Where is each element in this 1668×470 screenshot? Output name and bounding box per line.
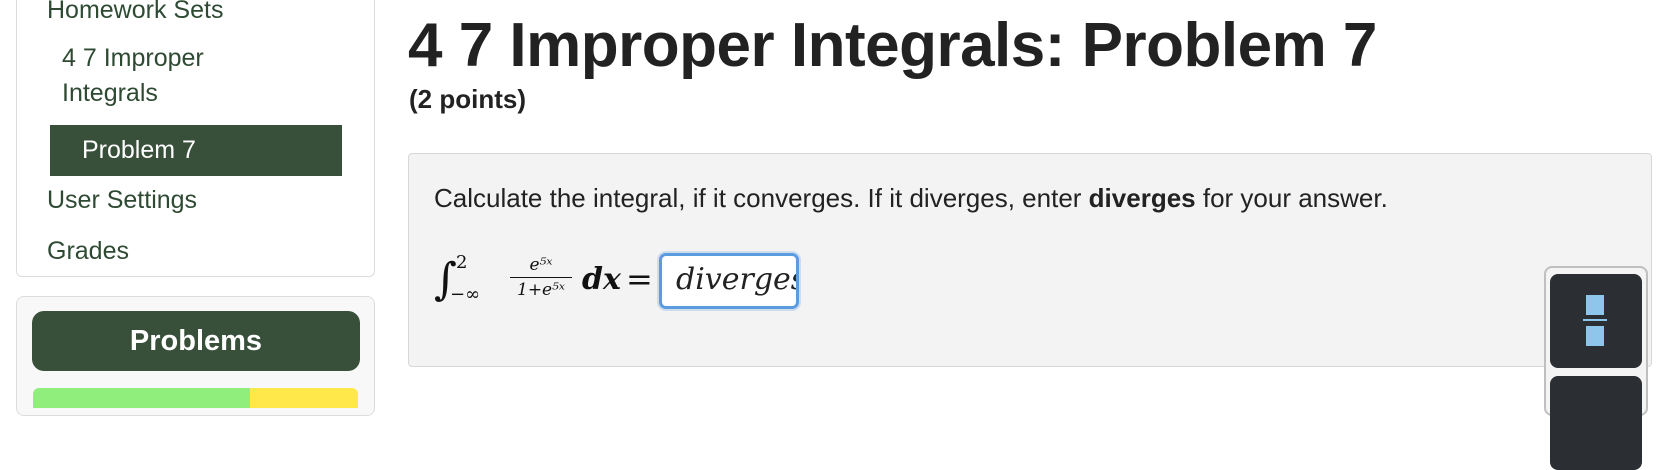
toolbar-button-2[interactable] [1550, 376, 1642, 470]
sidebar-item-set-line1[interactable]: 4 7 Improper [62, 44, 204, 73]
sidebar-item-user-settings[interactable]: User Settings [47, 186, 197, 215]
page-title: 4 7 Improper Integrals: Problem 7 [408, 11, 1377, 80]
fraction-icon [1586, 295, 1604, 315]
fraction-bar [510, 277, 572, 278]
fraction-icon-bar [1583, 319, 1607, 321]
instructions-text: Calculate the integral, if it converges.… [434, 183, 1089, 213]
integrand-numerator: e⁵ˣ [529, 255, 553, 275]
sidebar-item-problem-7[interactable]: Problem 7 [50, 125, 342, 176]
answer-value: diverges [676, 262, 799, 297]
sidebar-item-homework-sets[interactable]: Homework Sets [47, 0, 223, 25]
problems-button[interactable]: Problems [32, 311, 360, 371]
integrand-fraction: e⁵ˣ 1+e⁵ˣ [508, 254, 574, 301]
fraction-button[interactable] [1550, 274, 1642, 368]
fraction-icon-denominator [1586, 326, 1604, 346]
sidebar-item-grades[interactable]: Grades [47, 237, 129, 266]
progress-bar-partial [250, 388, 358, 408]
problem-points: (2 points) [409, 84, 526, 114]
integral-upper-limit: 2 [456, 252, 468, 273]
integral-lower-limit: −∞ [450, 284, 481, 305]
progress-bar-correct [33, 388, 250, 408]
equals-sign: = [626, 260, 653, 298]
problem-instructions: Calculate the integral, if it converges.… [434, 183, 1388, 214]
integral-differential: dx [582, 262, 621, 297]
sidebar-item-set-line2[interactable]: Integrals [62, 79, 158, 108]
answer-input[interactable]: diverges [659, 253, 799, 309]
instructions-text-end: for your answer. [1195, 183, 1388, 213]
integrand-denominator: 1+e⁵ˣ [517, 280, 565, 300]
instructions-keyword: diverges [1088, 183, 1196, 213]
